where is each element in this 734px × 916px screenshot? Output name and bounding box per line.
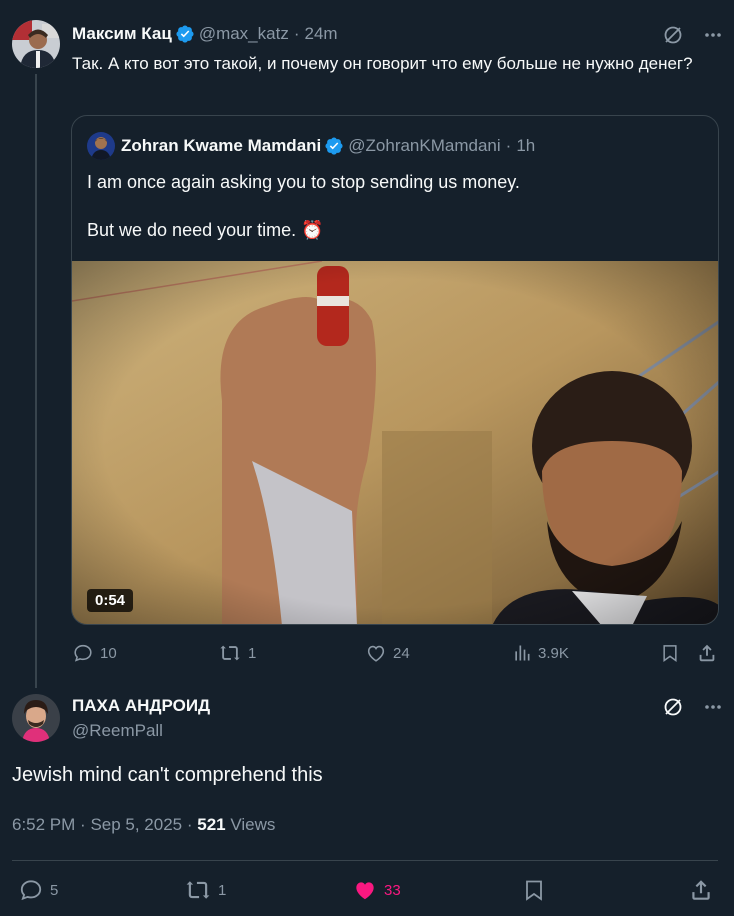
more-icon[interactable] bbox=[702, 24, 724, 46]
avatar-zohran[interactable] bbox=[87, 132, 115, 160]
repost-icon bbox=[220, 645, 240, 661]
separator-dot: · bbox=[293, 24, 300, 43]
bookmark-icon bbox=[526, 880, 542, 901]
views-count: 521 bbox=[197, 815, 226, 834]
quote-text: I am once again asking you to stop sendi… bbox=[87, 170, 707, 242]
verified-icon bbox=[325, 137, 343, 155]
divider bbox=[12, 860, 718, 861]
video-thumbnail bbox=[72, 261, 718, 624]
repost-button[interactable]: 1 bbox=[218, 642, 256, 664]
like-button[interactable]: 24 bbox=[365, 642, 410, 664]
like-icon bbox=[367, 645, 385, 662]
avatar-reempall[interactable] bbox=[12, 694, 60, 742]
bookmark-button[interactable] bbox=[522, 877, 552, 903]
grok-icon[interactable] bbox=[662, 24, 684, 46]
views-count: 3.9K bbox=[538, 644, 569, 662]
avatar-max-katz[interactable] bbox=[12, 20, 60, 68]
separator-dot: · bbox=[80, 815, 91, 834]
thread-line bbox=[35, 74, 37, 688]
repost-count: 1 bbox=[248, 644, 257, 662]
tweet-top-actions bbox=[662, 696, 724, 718]
author-handle[interactable]: @ReemPall bbox=[72, 721, 163, 741]
separator-dot: · bbox=[186, 815, 198, 834]
author-name[interactable]: Максим Кац bbox=[72, 24, 172, 44]
like-button[interactable]: 33 bbox=[352, 877, 401, 903]
separator-dot: · bbox=[505, 136, 512, 155]
tweet-text: Jewish mind can't comprehend this bbox=[12, 764, 323, 786]
video-duration: 0:54 bbox=[87, 589, 134, 612]
share-icon bbox=[692, 880, 710, 900]
tweet-text: Так. А кто вот это такой, и почему он го… bbox=[72, 54, 693, 73]
quoted-tweet[interactable]: Zohran Kwame Mamdani @ZohranKMamdani · 1… bbox=[71, 115, 719, 625]
quote-text-line1: I am once again asking you to stop sendi… bbox=[87, 172, 520, 192]
tweet-time[interactable]: 24m bbox=[305, 24, 338, 44]
verified-icon bbox=[176, 25, 194, 43]
bookmark-icon bbox=[663, 645, 677, 662]
like-count: 24 bbox=[393, 644, 410, 662]
reply-button[interactable]: 10 bbox=[72, 642, 117, 664]
reply-icon bbox=[74, 644, 92, 662]
reply-count: 10 bbox=[100, 644, 117, 662]
video-player[interactable]: 0:54 bbox=[72, 261, 718, 624]
quote-author-name[interactable]: Zohran Kwame Mamdani bbox=[121, 136, 321, 156]
tweet-time[interactable]: 6:52 PM bbox=[12, 815, 75, 834]
views-icon bbox=[515, 645, 530, 661]
author-handle[interactable]: @max_katz bbox=[199, 24, 289, 44]
quote-header: Zohran Kwame Mamdani @ZohranKMamdani · 1… bbox=[87, 132, 535, 160]
tweet-date[interactable]: Sep 5, 2025 bbox=[90, 815, 182, 834]
repost-button[interactable]: 1 bbox=[184, 877, 226, 903]
views-button[interactable]: 3.9K bbox=[512, 642, 569, 664]
reply-button[interactable]: 5 bbox=[18, 877, 58, 903]
share-button[interactable] bbox=[688, 877, 720, 903]
bookmark-button[interactable] bbox=[660, 642, 686, 664]
grok-icon[interactable] bbox=[662, 696, 684, 718]
tweet-header: Максим Кац @max_katz · 24m bbox=[72, 24, 338, 44]
repost-count: 1 bbox=[218, 881, 227, 899]
reply-count: 5 bbox=[50, 881, 59, 899]
quote-text-line2: But we do need your time. ⏰ bbox=[87, 220, 324, 240]
author-name[interactable]: ПАХА АНДРОИД bbox=[72, 696, 210, 716]
tweet-meta: 6:52 PM · Sep 5, 2025 · 521 Views bbox=[12, 815, 275, 835]
like-count: 33 bbox=[384, 881, 401, 899]
share-button[interactable] bbox=[696, 642, 724, 664]
quote-author-handle[interactable]: @ZohranKMamdani bbox=[348, 136, 500, 156]
views-label: Views bbox=[230, 815, 276, 834]
tweet-top-actions bbox=[662, 24, 724, 46]
repost-icon bbox=[186, 881, 210, 899]
share-icon bbox=[699, 644, 715, 662]
like-icon bbox=[356, 882, 374, 900]
quote-time[interactable]: 1h bbox=[516, 136, 535, 156]
reply-icon bbox=[20, 880, 42, 901]
more-icon[interactable] bbox=[702, 696, 724, 718]
